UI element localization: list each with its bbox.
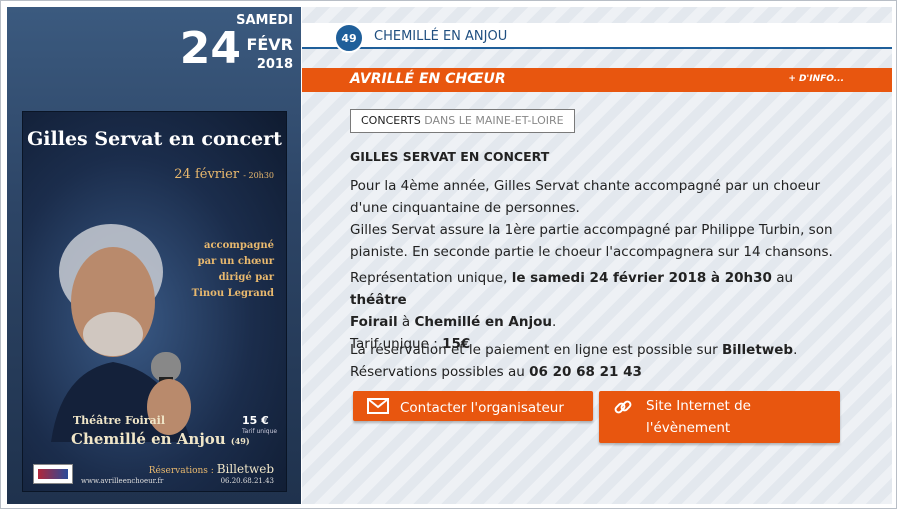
more-info-link[interactable]: + D'INFO... [788, 74, 844, 84]
schedule-city: Chemillé en Anjou [414, 314, 552, 330]
schedule-text: à [397, 314, 415, 330]
organizer-name[interactable]: AVRILLÉ EN CHŒUR [350, 71, 506, 87]
date-year: 2018 [256, 57, 293, 72]
link-icon [614, 400, 632, 414]
poster-price-sub: Tarif unique [242, 428, 278, 435]
reservation-platform: Billetweb [721, 342, 794, 358]
reservation-line: Réservations possibles au 06 20 68 21 43 [350, 361, 840, 383]
poster-date: 24 février - 20h30 [174, 167, 274, 182]
event-website-button[interactable]: Site Internet de l'évènement [599, 391, 840, 443]
poster-time: - 20h30 [243, 171, 274, 180]
contact-organizer-button[interactable]: Contacter l'organisateur [353, 391, 593, 421]
description-line: d'une cinquantaine de personnes. [350, 200, 580, 216]
poster-reservation: Réservations : Billetweb [149, 462, 274, 476]
location-name[interactable]: CHEMILLÉ EN ANJOU [374, 29, 507, 44]
organizer-bar: AVRILLÉ EN CHŒUR + D'INFO... [302, 68, 892, 92]
reservation-text: La réservation et le paiement en ligne e… [350, 342, 722, 358]
poster-city: Chemillé en Anjou (49) [71, 430, 250, 448]
reservation-text: . [793, 342, 798, 358]
description-line: pianiste. En seconde partie le choeur l'… [350, 244, 833, 260]
contact-button-label: Contacter l'organisateur [400, 400, 564, 416]
schedule-line: Foirail à Chemillé en Anjou. [350, 311, 840, 333]
schedule-venue: théâtre [350, 292, 407, 308]
reservation-text: Réservations possibles au [350, 364, 530, 380]
poster-phone: 06.20.68.21.43 [220, 477, 274, 485]
date-block: SAMEDI 24 FÉVR 2018 [173, 13, 293, 83]
poster-city-dept: (49) [230, 436, 250, 446]
poster-desc-line: Tinou Legrand [191, 288, 274, 299]
event-details: 49 CHEMILLÉ EN ANJOU AVRILLÉ EN CHŒUR + … [302, 7, 892, 504]
schedule-text: au [771, 270, 794, 286]
website-button-label: Site Internet de l'évènement [646, 395, 826, 439]
poster-city-name: Chemillé en Anjou [71, 430, 226, 448]
date-poster-column: SAMEDI 24 FÉVR 2018 Gilles Servat en con… [7, 7, 301, 504]
event-poster[interactable]: Gilles Servat en concert 24 février - 20… [22, 111, 287, 492]
poster-desc-line: accompagné [203, 240, 274, 251]
schedule-text: Représentation unique, [350, 270, 512, 286]
poster-resa-label: Réservations : [148, 466, 214, 476]
category-tag[interactable]: CONCERTS DANS LE MAINE-ET-LOIRE [350, 109, 575, 133]
poster-desc-line: dirigé par [218, 272, 274, 283]
poster-resa-name: Billetweb [216, 462, 274, 476]
event-card: SAMEDI 24 FÉVR 2018 Gilles Servat en con… [0, 0, 897, 509]
reservation-line: La réservation et le paiement en ligne e… [350, 339, 840, 361]
website-label-line: l'évènement [646, 420, 731, 436]
date-weekday: SAMEDI [236, 13, 293, 28]
date-month: FÉVR [246, 35, 293, 54]
poster-desc-line: par un chœur [197, 256, 274, 267]
website-label-line: Site Internet de [646, 398, 751, 414]
envelope-icon [367, 398, 389, 414]
poster-description: accompagné par un chœur dirigé par Tinou… [154, 238, 274, 302]
schedule-text: . [552, 314, 557, 330]
poster-title: Gilles Servat en concert [27, 128, 282, 150]
department-badge: 49 [334, 23, 364, 53]
poster-venue: Théâtre Foirail [73, 414, 166, 427]
category-sub: DANS LE MAINE-ET-LOIRE [420, 114, 564, 127]
location-bar: 49 CHEMILLÉ EN ANJOU [302, 23, 892, 53]
reservation-phone: 06 20 68 21 43 [529, 364, 642, 380]
category-main: CONCERTS [361, 114, 421, 127]
event-description: Pour la 4ème année, Gilles Servat chante… [350, 175, 840, 263]
organizer-logo [33, 464, 73, 484]
event-title: GILLES SERVAT EN CONCERT [350, 149, 550, 164]
schedule-venue: Foirail [350, 314, 398, 330]
description-line: Gilles Servat assure la 1ère partie acco… [350, 222, 833, 238]
date-day: 24 [179, 23, 241, 74]
reservation-info: La réservation et le paiement en ligne e… [350, 339, 840, 383]
schedule-line: Représentation unique, le samedi 24 févr… [350, 267, 840, 311]
description-line: Pour la 4ème année, Gilles Servat chante… [350, 178, 820, 194]
poster-website: www.avrilleenchoeur.fr [81, 477, 164, 485]
poster-date-text: 24 février [174, 167, 240, 182]
schedule-date: le samedi 24 février 2018 à 20h30 [511, 270, 772, 286]
poster-price: 15 € [242, 414, 269, 427]
